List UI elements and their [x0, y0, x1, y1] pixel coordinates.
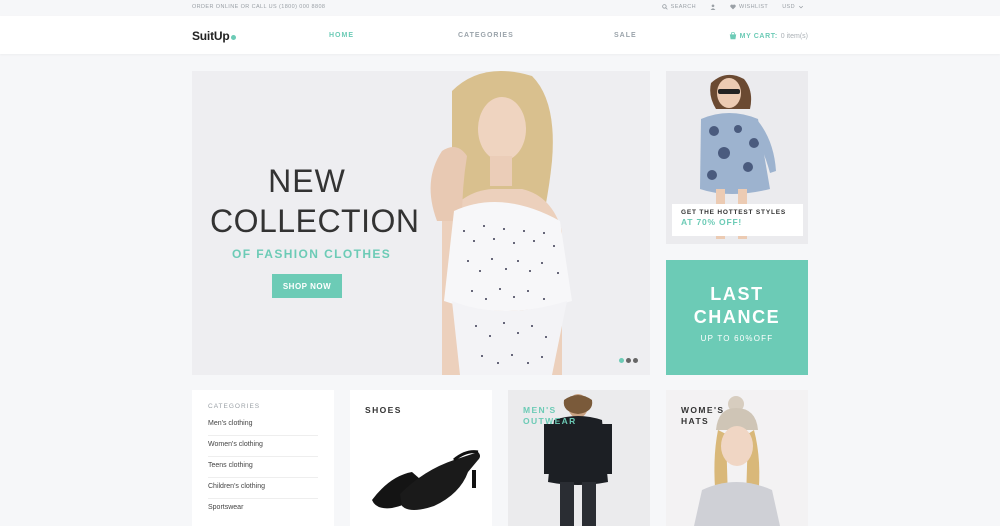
category-item[interactable]: Children's clothing	[208, 478, 318, 499]
logo-text: SuitUp	[192, 29, 230, 43]
top-bar: ORDER ONLINE OR CALL US (1800) 000 8808 …	[0, 0, 1000, 15]
tile-womens-hats[interactable]: WOME'S HATS	[666, 390, 808, 526]
slider-dot-1[interactable]	[619, 358, 624, 363]
promo-last-line1: LAST	[710, 284, 764, 304]
tile-womens-label: WOME'S HATS	[681, 405, 725, 426]
top-bar-links: SEARCH WISHLIST USD	[661, 4, 804, 10]
category-item[interactable]: Women's clothing	[208, 436, 318, 457]
hero-subtitle: OF FASHION CLOTHES	[232, 247, 392, 261]
hero-text: NEW COLLECTION OF FASHION CLOTHES SHOP N…	[192, 71, 422, 375]
promo-hottest-box: GET THE HOTTEST STYLES AT 70% OFF!	[672, 204, 803, 236]
promo-hottest-line2: AT 70% OFF!	[681, 217, 743, 227]
promo-last-line2: CHANCE	[693, 307, 781, 327]
logo-dot	[231, 35, 237, 40]
nav-home[interactable]: HOME	[329, 32, 354, 39]
logo[interactable]: SuitUp	[192, 29, 237, 43]
slider-dots	[619, 358, 638, 363]
nav-categories[interactable]: CATEGORIES	[458, 32, 514, 39]
user-icon	[710, 4, 716, 10]
currency-select[interactable]: USD	[782, 4, 804, 10]
hero-model-image	[430, 71, 572, 375]
slider-dot-2[interactable]	[626, 358, 631, 363]
tile-mens-outwear[interactable]: MEN'S OUTWEAR	[508, 390, 650, 526]
hero-title-line1: NEW	[268, 163, 346, 199]
search-icon	[661, 4, 668, 10]
slider-dot-3[interactable]	[633, 358, 638, 363]
category-item[interactable]: Sportswear	[208, 499, 318, 520]
hero-title-line2: COLLECTION	[210, 203, 420, 239]
cart-label: MY CART:	[739, 32, 778, 40]
promo-hottest-styles[interactable]: GET THE HOTTEST STYLES AT 70% OFF!	[666, 71, 808, 244]
search-link[interactable]: SEARCH	[661, 4, 696, 10]
currency-value: USD	[782, 4, 795, 10]
cart-button[interactable]: MY CART: 0 item(s)	[729, 32, 808, 40]
shop-now-button[interactable]: SHOP NOW	[272, 274, 342, 298]
wishlist-link[interactable]: WISHLIST	[730, 4, 768, 10]
promo-last-chance[interactable]: LAST CHANCE UP TO 60%OFF	[666, 260, 808, 375]
categories-title: CATEGORIES	[208, 403, 261, 410]
cart-icon	[729, 32, 736, 40]
chevron-down-icon	[798, 5, 804, 9]
nav-sale[interactable]: SALE	[614, 32, 637, 39]
main-header: SuitUp HOME CATEGORIES SALE MY CART: 0 i…	[0, 16, 1000, 54]
hero-slider[interactable]: NEW COLLECTION OF FASHION CLOTHES SHOP N…	[192, 71, 650, 375]
promo-last-line3: UP TO 60%OFF	[700, 334, 774, 343]
wishlist-label: WISHLIST	[739, 4, 769, 10]
category-item[interactable]: Men's clothing	[208, 415, 318, 436]
cart-count: 0 item(s)	[780, 32, 808, 40]
search-label: SEARCH	[670, 4, 696, 10]
tile-shoes[interactable]: SHOES	[350, 390, 492, 526]
categories-panel: CATEGORIES Men's clothing Women's clothi…	[192, 390, 334, 526]
promo-hottest-line1: GET THE HOTTEST STYLES	[681, 209, 786, 216]
tile-mens-label: MEN'S OUTWEAR	[523, 405, 577, 426]
account-link[interactable]	[710, 4, 716, 10]
tile-shoes-label: SHOES	[365, 405, 402, 415]
category-item[interactable]: Teens clothing	[208, 457, 318, 478]
heart-icon	[730, 4, 736, 10]
order-phone-text: ORDER ONLINE OR CALL US (1800) 000 8808	[192, 4, 326, 10]
